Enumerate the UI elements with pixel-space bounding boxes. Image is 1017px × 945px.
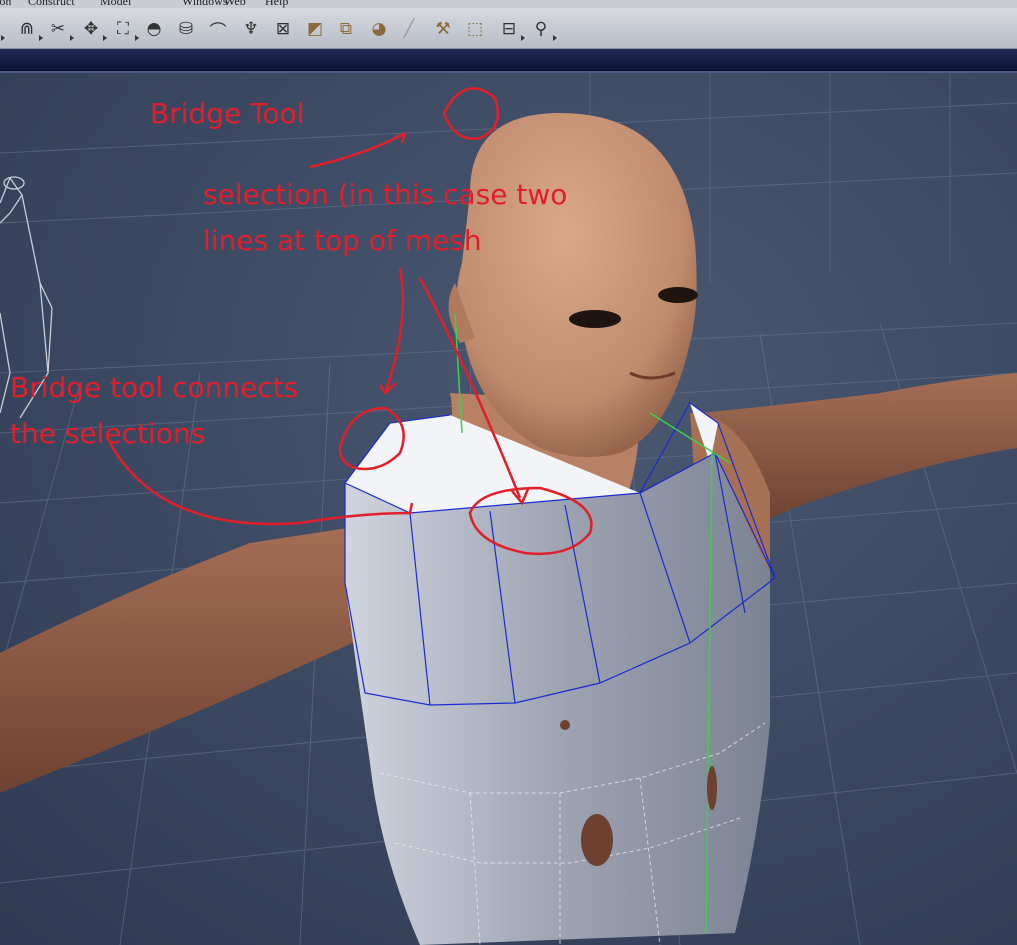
- status-bar: [0, 49, 1017, 73]
- bend-icon-glyph: ⌒: [209, 21, 227, 42]
- extrude-icon[interactable]: ⛁: [173, 16, 199, 42]
- magnet-icon-glyph: ⋒: [19, 19, 35, 39]
- annotation-bridge-tool: Bridge Tool: [150, 97, 305, 130]
- annotation-connects-line1: Bridge tool connects: [10, 371, 299, 404]
- bridge-tool-icon[interactable]: ⬚: [462, 16, 488, 42]
- texture-spot-right: [707, 766, 717, 810]
- dome-icon[interactable]: ◓: [141, 16, 167, 42]
- dome-icon-glyph: ◓: [146, 19, 162, 39]
- transform-icon-glyph: ✥: [83, 19, 99, 39]
- scale-icon[interactable]: ⛶: [110, 16, 139, 42]
- 3d-viewport[interactable]: Bridge Tool selection (in this case two …: [0, 73, 1017, 945]
- magnet-icon[interactable]: ⋒: [14, 16, 43, 42]
- box-x-icon[interactable]: ⊠: [270, 16, 296, 42]
- texture-spot-small: [560, 720, 570, 730]
- weld-icon[interactable]: ⚒: [430, 16, 456, 42]
- menu-item-windows[interactable]: Windows: [182, 0, 228, 8]
- cube-icon-glyph: ◩: [306, 19, 324, 39]
- menu-item-help[interactable]: Help: [265, 0, 288, 8]
- extrude-icon-glyph: ⛁: [178, 19, 194, 39]
- bend-icon[interactable]: ⌒: [205, 16, 231, 42]
- sphere-icon-glyph: ◕: [371, 19, 387, 39]
- menu-item-web[interactable]: Web: [224, 0, 246, 8]
- cube-icon[interactable]: ◩: [302, 16, 328, 42]
- pen-icon[interactable]: ╱: [396, 16, 422, 42]
- left-eye: [569, 310, 621, 328]
- stamp-icon[interactable]: ⊟: [496, 16, 525, 42]
- menu-item-animation[interactable]: ion: [0, 0, 11, 8]
- menu-item-construct[interactable]: Construct: [28, 0, 75, 8]
- annotation-selection-line1: selection (in this case two: [203, 178, 568, 211]
- annotation-connects-line2: the selections: [10, 417, 206, 450]
- weld-icon-glyph: ⚒: [435, 19, 451, 39]
- stack-icon-glyph: ⧉: [339, 19, 353, 39]
- annotation-selection-line2: lines at top of mesh: [203, 224, 482, 257]
- texture-spot: [581, 814, 613, 866]
- menu-item-model[interactable]: Model: [100, 0, 131, 8]
- sculpt-icon-glyph: ⚲: [534, 19, 548, 39]
- pen-icon-glyph: ╱: [403, 19, 415, 39]
- cup-icon[interactable]: ♆: [238, 16, 264, 42]
- menu-bar: ion Construct Model Windows Web Help: [0, 0, 1017, 8]
- scissors-icon-glyph: ✂: [50, 19, 66, 39]
- bridge-tool-icon-glyph: ⬚: [466, 19, 484, 39]
- box-x-icon-glyph: ⊠: [275, 19, 291, 39]
- right-eye: [658, 287, 698, 303]
- stack-icon[interactable]: ⧉: [333, 16, 359, 42]
- cup-icon-glyph: ♆: [243, 19, 259, 39]
- scissors-icon[interactable]: ✂: [45, 16, 74, 42]
- sphere-icon[interactable]: ◕: [366, 16, 392, 42]
- cropped-tool-icon[interactable]: ▐: [0, 16, 5, 42]
- sculpt-icon[interactable]: ⚲: [528, 16, 557, 42]
- head: [456, 113, 697, 457]
- scale-icon-glyph: ⛶: [117, 19, 129, 39]
- stamp-icon-glyph: ⊟: [501, 19, 517, 39]
- transform-icon[interactable]: ✥: [78, 16, 107, 42]
- toolbar: ▐ ⋒ ✂ ✥ ⛶ ◓ ⛁ ⌒ ♆ ⊠ ◩ ⧉ ◕ ╱ ⚒ ⬚ ⊟ ⚲: [0, 8, 1017, 49]
